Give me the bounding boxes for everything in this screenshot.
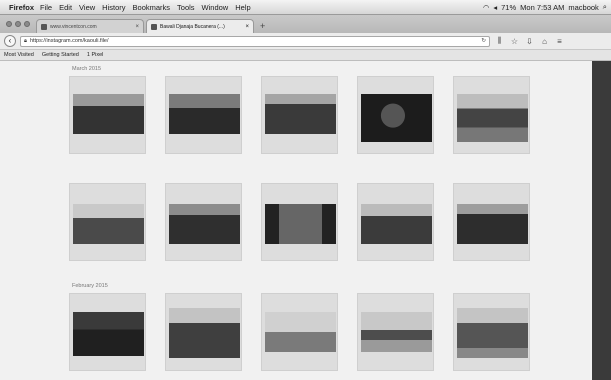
url-bar[interactable]: 🔒︎ https://instagram.com/kaouli.file/ ↻ [20, 35, 490, 47]
photo-thumbnail[interactable] [261, 293, 338, 371]
photo-thumbnail[interactable] [261, 183, 338, 261]
menu-help[interactable]: Help [235, 3, 250, 12]
photo-image [169, 204, 240, 244]
tab-1[interactable]: www.vincentcon.com × [36, 19, 144, 33]
photo-image [265, 94, 336, 134]
library-icon[interactable]: ⫼ [494, 36, 505, 46]
photo-image [169, 308, 240, 358]
photo-image [73, 94, 144, 134]
hamburger-menu-icon[interactable]: ≡ [554, 37, 565, 46]
lock-icon: 🔒︎ [24, 37, 27, 44]
photo-thumbnail[interactable] [165, 293, 242, 371]
photo-thumbnail[interactable] [453, 183, 530, 261]
photo-image [265, 204, 336, 244]
photo-thumbnail[interactable] [165, 76, 242, 154]
menu-history[interactable]: History [102, 3, 125, 12]
photo-thumbnail[interactable] [69, 293, 146, 371]
section-title-march: March 2015 [72, 66, 102, 72]
menu-window[interactable]: Window [202, 3, 229, 12]
photo-image [361, 312, 432, 352]
photo-image [361, 94, 432, 142]
photo-thumbnail[interactable] [357, 183, 434, 261]
browser-tab-bar: www.vincentcon.com × Bawali Djanaja Buca… [0, 15, 611, 33]
bookmark-1-pixel[interactable]: 1 Pixel [87, 52, 104, 58]
page-content: March 2015 February 2015 [0, 61, 592, 380]
menu-bookmarks[interactable]: Bookmarks [133, 3, 171, 12]
wifi-icon[interactable]: ◠ [483, 3, 490, 12]
photo-thumbnail[interactable] [453, 293, 530, 371]
photo-thumbnail[interactable] [453, 76, 530, 154]
close-tab-icon[interactable]: × [135, 24, 139, 30]
reload-icon[interactable]: ↻ [481, 38, 486, 44]
tab-favicon [151, 23, 157, 30]
photo-thumbnail[interactable] [69, 183, 146, 261]
photo-image [457, 204, 528, 244]
close-tab-icon[interactable]: × [245, 24, 249, 30]
window-controls [6, 21, 30, 27]
spotlight-search-icon[interactable]: ⌕ [603, 2, 607, 12]
user-name[interactable]: macbook [568, 3, 598, 12]
bookmark-most-visited[interactable]: Most Visited [4, 52, 34, 58]
menu-edit[interactable]: Edit [59, 3, 72, 12]
photo-image [73, 204, 144, 244]
photo-image [169, 94, 240, 134]
bookmark-star-icon[interactable]: ☆ [509, 37, 520, 46]
photo-thumbnail[interactable] [357, 293, 434, 371]
photo-image [361, 204, 432, 244]
photo-image [457, 308, 528, 358]
menu-tools[interactable]: Tools [177, 3, 195, 12]
volume-icon[interactable]: ◂ [493, 3, 497, 12]
menu-app-name[interactable]: Firefox [9, 3, 34, 12]
photo-image [73, 312, 144, 356]
photo-image [265, 312, 336, 352]
mac-menu-bar: Firefox File Edit View History Bookmarks… [0, 0, 611, 15]
photo-thumbnail[interactable] [165, 183, 242, 261]
tab-label: www.vincentcon.com [50, 23, 97, 30]
clock[interactable]: Mon 7:53 AM [520, 3, 564, 12]
downloads-icon[interactable]: ⇩ [524, 37, 535, 46]
photo-thumbnail[interactable] [357, 76, 434, 154]
browser-nav-bar: ‹ 🔒︎ https://instagram.com/kaouli.file/ … [0, 33, 611, 50]
photo-thumbnail[interactable] [261, 76, 338, 154]
menu-file[interactable]: File [40, 3, 52, 12]
home-icon[interactable]: ⌂ [539, 37, 550, 46]
tab-2[interactable]: Bawali Djanaja Bucanera (...) × [146, 19, 254, 33]
bookmark-getting-started[interactable]: Getting Started [42, 52, 79, 58]
new-tab-button[interactable]: + [260, 21, 265, 31]
close-window-button[interactable] [6, 21, 12, 27]
section-title-february: February 2015 [72, 283, 108, 289]
page-scrollbar[interactable] [592, 61, 611, 380]
back-arrow-icon[interactable]: ‹ [4, 35, 16, 47]
photo-thumbnail[interactable] [69, 76, 146, 154]
bookmarks-toolbar: Most Visited Getting Started 1 Pixel [0, 50, 611, 61]
battery-percent[interactable]: 71% [501, 3, 516, 12]
menu-view[interactable]: View [79, 3, 95, 12]
tab-favicon [41, 23, 47, 30]
menu-status-area: ◠ ◂ 71% Mon 7:53 AM macbook ⌕ [483, 2, 607, 12]
minimize-window-button[interactable] [15, 21, 21, 27]
photo-image [457, 94, 528, 142]
tab-label: Bawali Djanaja Bucanera (...) [160, 23, 225, 30]
zoom-window-button[interactable] [24, 21, 30, 27]
url-text: https://instagram.com/kaouli.file/ [29, 38, 109, 44]
